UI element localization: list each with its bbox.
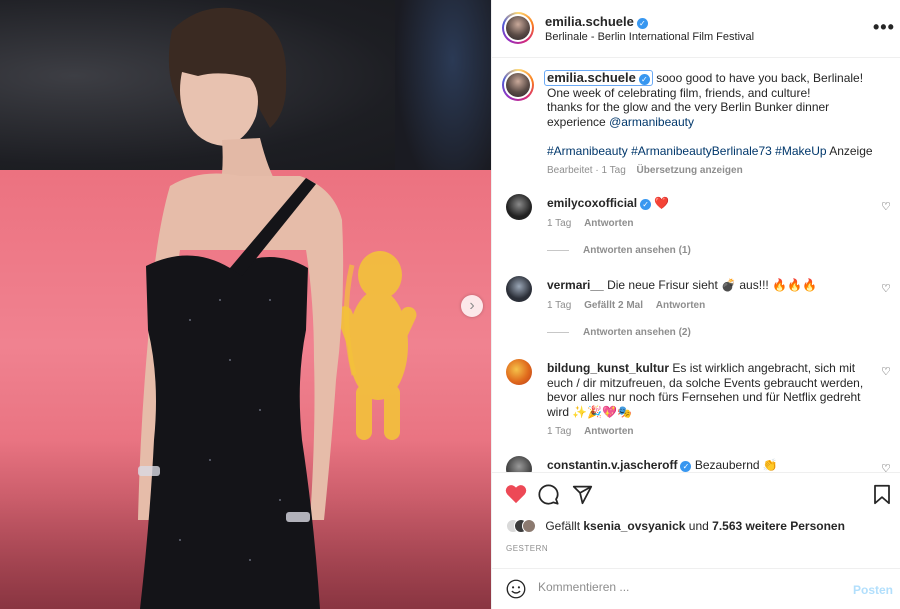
reply-button[interactable]: Antworten — [584, 426, 633, 437]
comment-text: Die neue Frisur sieht 💣 aus!!! 🔥🔥🔥 — [607, 278, 817, 292]
like-comment-heart-icon[interactable]: ♡ — [881, 462, 893, 472]
liked-by-user[interactable]: ksenia_ovsyanick — [583, 519, 685, 533]
post-location[interactable]: Berlinale - Berlin International Film Fe… — [545, 31, 754, 43]
reply-button[interactable]: Antworten — [584, 218, 633, 229]
post-actions: Gefällt ksenia_ovsyanick und 7.563 weite… — [492, 472, 900, 568]
caption-hashtag[interactable]: #Armanibeauty — [547, 144, 628, 158]
comment-time: 1 Tag — [547, 299, 572, 311]
next-image-button[interactable]: › — [461, 295, 483, 317]
commenter-username[interactable]: vermari__ — [547, 278, 604, 292]
commenter-avatar[interactable] — [506, 359, 532, 385]
like-comment-heart-icon[interactable]: ♡ — [881, 200, 893, 213]
like-comment-heart-icon[interactable]: ♡ — [881, 365, 893, 378]
post-side-panel: emilia.schuele ✓ Berlinale - Berlin Inter… — [491, 0, 900, 609]
share-send-icon[interactable] — [572, 484, 593, 505]
verified-icon: ✓ — [640, 199, 652, 210]
like-heart-icon[interactable] — [505, 484, 527, 504]
liked-by-others[interactable]: 7.563 weitere Personen — [712, 519, 845, 533]
view-replies-button[interactable]: Antworten ansehen (2) — [547, 327, 691, 338]
comment-text: Bezaubernd 👏 — [694, 458, 778, 472]
commenter-username[interactable]: emilycoxofficial — [547, 196, 637, 210]
verified-icon: ✓ — [680, 461, 692, 472]
caption-author-username[interactable]: emilia.schuele — [547, 70, 636, 85]
commenter-avatar[interactable] — [506, 456, 532, 472]
emoji-icon[interactable] — [506, 579, 526, 599]
caption-edited-time: Bearbeitet · 1 Tag — [547, 165, 626, 176]
author-avatar[interactable] — [502, 12, 534, 44]
more-options-icon[interactable]: ••• — [873, 17, 895, 38]
author-username[interactable]: emilia.schuele — [545, 14, 634, 29]
comments-list[interactable]: emilia.schuele ✓ sooo good to have you ba… — [492, 59, 900, 472]
view-replies-button[interactable]: Antworten ansehen (1) — [547, 245, 691, 256]
photo-woman-figure — [138, 7, 344, 609]
add-comment-bar: Posten — [492, 568, 900, 609]
save-bookmark-icon[interactable] — [873, 484, 891, 505]
commenter-avatar[interactable] — [506, 276, 532, 302]
caption-mention[interactable]: @armanibeauty — [609, 115, 694, 129]
comment-time: 1 Tag — [547, 217, 572, 229]
commenter-username[interactable]: bildung_kunst_kultur — [547, 361, 669, 375]
comment-time: 1 Tag — [547, 426, 572, 437]
like-comment-heart-icon[interactable]: ♡ — [881, 282, 893, 295]
comment-input[interactable] — [538, 580, 838, 594]
caption-hashtag[interactable]: #ArmanibeautyBerlinale73 — [631, 144, 772, 158]
liker-avatar — [522, 518, 536, 533]
reply-button[interactable]: Antworten — [656, 300, 705, 311]
post-date[interactable]: GESTERN — [506, 544, 548, 553]
ad-label: Anzeige — [829, 143, 873, 158]
post-comment-button[interactable]: Posten — [853, 583, 893, 597]
caption-hashtag[interactable]: #MakeUp — [775, 144, 826, 158]
post-photo[interactable]: › — [0, 0, 491, 609]
comment-text: ❤️ — [654, 196, 670, 210]
translate-link[interactable]: Übersetzung anzeigen — [637, 165, 743, 176]
liked-by: Gefällt ksenia_ovsyanick und 7.563 weite… — [506, 518, 845, 533]
commenter-avatar[interactable] — [506, 194, 532, 220]
comment-bubble-icon[interactable] — [538, 484, 559, 505]
liked-by-prefix: Gefällt — [545, 518, 581, 533]
liked-by-and: und — [688, 518, 709, 533]
comment-likes[interactable]: Gefällt 2 Mal — [584, 300, 643, 311]
caption-author-avatar[interactable] — [502, 69, 534, 101]
verified-icon: ✓ — [636, 18, 648, 29]
commenter-username[interactable]: constantin.v.jascheroff — [547, 458, 677, 472]
verified-icon: ✓ — [638, 74, 650, 85]
post-header: emilia.schuele ✓ Berlinale - Berlin Inter… — [492, 0, 900, 58]
